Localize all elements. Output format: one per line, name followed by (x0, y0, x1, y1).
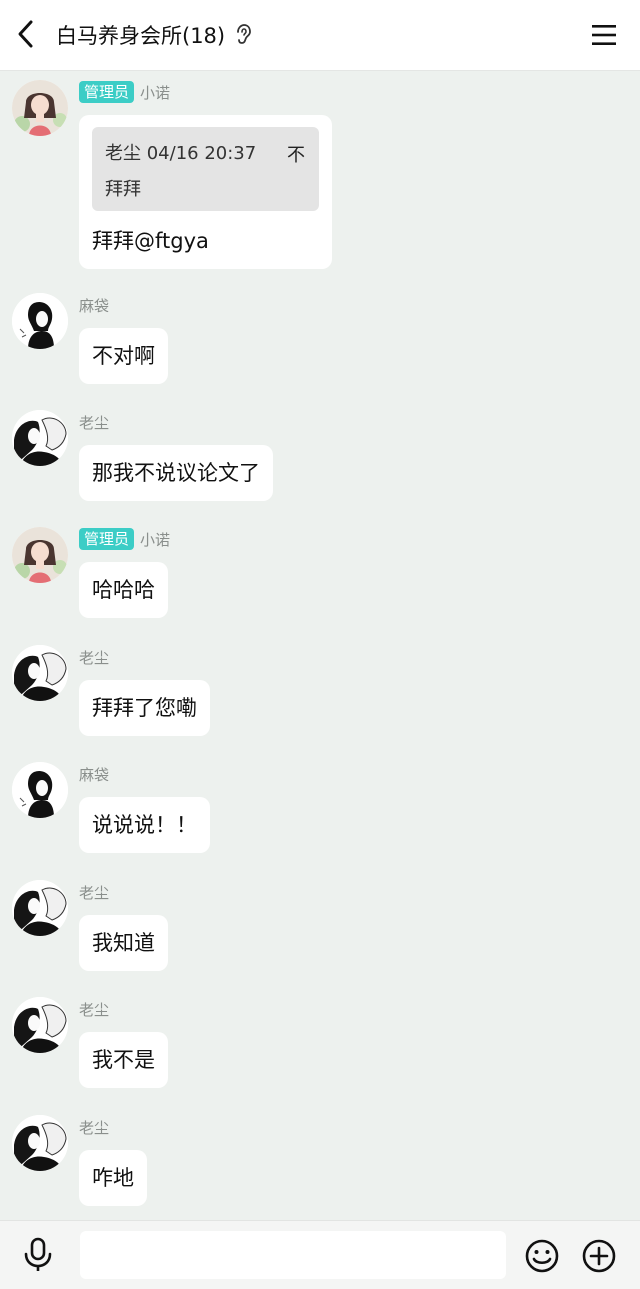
message-meta: 老尘 (79, 646, 109, 668)
message-bubble[interactable]: 老尘 04/16 20:37 不 拜拜 拜拜@ftgya (79, 115, 332, 269)
message-text: 咋地 (92, 1166, 134, 1190)
message-list[interactable]: 管理员 小诺 老尘 04/16 20:37 不 拜拜 拜拜@ftgya 麻袋 不… (0, 70, 640, 1220)
message-text: 哈哈哈 (92, 578, 155, 602)
message-bubble[interactable]: 我不是 (79, 1032, 168, 1088)
message-meta: 老尘 (79, 411, 109, 433)
message-meta: 管理员 小诺 (79, 81, 170, 103)
avatar[interactable] (12, 997, 68, 1053)
admin-badge: 管理员 (79, 81, 135, 103)
message-text: 不对啊 (92, 344, 155, 368)
sender-name: 麻袋 (79, 765, 110, 784)
voice-button[interactable] (20, 1237, 56, 1273)
sender-name: 麻袋 (79, 296, 110, 315)
chat-title: 白马养身会所(18) (56, 24, 226, 48)
message-text: 说说说！！ (92, 813, 197, 837)
avatar[interactable] (12, 762, 68, 818)
emoji-icon (525, 1239, 559, 1273)
quote-text: 拜拜 (105, 179, 141, 200)
sender-name: 老尘 (79, 648, 110, 667)
message-bubble[interactable]: 说说说！！ (79, 797, 210, 853)
message-bubble[interactable]: 我知道 (79, 915, 168, 971)
plus-circle-icon (582, 1239, 616, 1273)
message-bubble[interactable]: 咋地 (79, 1150, 147, 1206)
chat-title-area[interactable]: 白马养身会所(18) (56, 18, 253, 52)
avatar[interactable] (12, 293, 68, 349)
sender-name: 老尘 (79, 1000, 110, 1019)
message-bubble[interactable]: 哈哈哈 (79, 562, 168, 618)
message-meta: 老尘 (79, 1116, 109, 1138)
sender-name: 老尘 (79, 1118, 110, 1137)
message-bubble[interactable]: 那我不说议论文了 (79, 445, 273, 501)
message-input[interactable] (80, 1231, 506, 1279)
admin-badge: 管理员 (79, 528, 135, 550)
avatar[interactable] (12, 410, 68, 466)
avatar[interactable] (12, 80, 68, 136)
avatar[interactable] (12, 880, 68, 936)
menu-button[interactable] (586, 17, 622, 53)
more-button[interactable] (581, 1238, 617, 1274)
message-text: 那我不说议论文了 (92, 461, 260, 485)
message-meta: 管理员 小诺 (79, 528, 170, 550)
quoted-message[interactable]: 老尘 04/16 20:37 不 拜拜 (92, 127, 319, 211)
message-bubble[interactable]: 不对啊 (79, 328, 168, 384)
sender-name: 小诺 (140, 530, 171, 549)
message-text: 拜拜@ftgya (92, 229, 209, 253)
chevron-left-icon (18, 20, 33, 48)
message-text: 我知道 (92, 931, 155, 955)
sender-name: 小诺 (140, 83, 171, 102)
sender-name: 老尘 (79, 413, 110, 432)
message-meta: 老尘 (79, 881, 109, 903)
quote-header: 老尘 04/16 20:37 (105, 143, 257, 164)
microphone-icon (24, 1237, 52, 1271)
quote-pin-mark: 不 (287, 145, 305, 166)
menu-icon (592, 25, 616, 45)
avatar[interactable] (12, 645, 68, 701)
chat-header: 白马养身会所(18) (0, 0, 640, 71)
back-button[interactable] (6, 14, 46, 54)
message-meta: 麻袋 (79, 763, 109, 785)
ear-icon (233, 23, 253, 47)
message-meta: 麻袋 (79, 294, 109, 316)
input-bar (0, 1220, 640, 1289)
avatar[interactable] (12, 1115, 68, 1171)
message-text: 我不是 (92, 1048, 155, 1072)
message-text: 拜拜了您嘞 (92, 696, 197, 720)
emoji-button[interactable] (524, 1238, 560, 1274)
sender-name: 老尘 (79, 883, 110, 902)
message-bubble[interactable]: 拜拜了您嘞 (79, 680, 210, 736)
avatar[interactable] (12, 527, 68, 583)
message-meta: 老尘 (79, 998, 109, 1020)
